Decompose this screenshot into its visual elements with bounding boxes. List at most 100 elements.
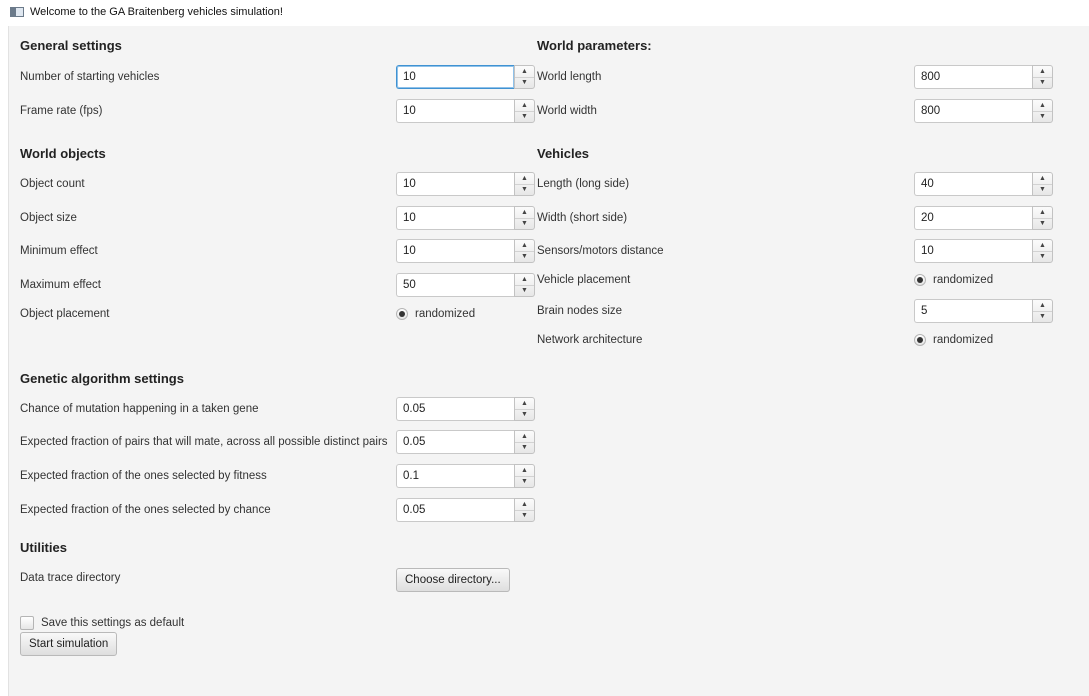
increment-icon[interactable]: ▲ (515, 66, 534, 78)
spinner-arrows: ▲ ▼ (514, 206, 535, 230)
vehicle-placement-radio[interactable]: randomized (914, 272, 993, 288)
frame-rate-label: Frame rate (fps) (20, 105, 103, 117)
object-count-spinner[interactable]: ▲ ▼ (396, 172, 535, 196)
decrement-icon[interactable]: ▼ (515, 410, 534, 421)
object-count-input[interactable] (396, 172, 514, 196)
vehicle-width-input[interactable] (914, 206, 1032, 230)
frame-rate-input[interactable] (396, 99, 514, 123)
maximum-effect-spinner[interactable]: ▲ ▼ (396, 273, 535, 297)
radio-selected-icon[interactable] (914, 334, 926, 346)
vehicle-length-label: Length (long side) (537, 178, 630, 190)
data-trace-label: Data trace directory (20, 572, 121, 584)
minimum-effect-input[interactable] (396, 239, 514, 263)
decrement-icon[interactable]: ▼ (1033, 78, 1052, 89)
decrement-icon[interactable]: ▼ (515, 511, 534, 522)
fitness-fraction-spinner[interactable]: ▲ ▼ (396, 464, 535, 488)
spinner-arrows: ▲ ▼ (514, 172, 535, 196)
title-bar: Welcome to the GA Braitenberg vehicles s… (0, 0, 1089, 24)
brain-nodes-input[interactable] (914, 299, 1032, 323)
spinner-arrows: ▲ ▼ (1032, 65, 1053, 89)
increment-icon[interactable]: ▲ (515, 398, 534, 410)
mate-fraction-spinner[interactable]: ▲ ▼ (396, 430, 535, 454)
increment-icon[interactable]: ▲ (515, 173, 534, 185)
decrement-icon[interactable]: ▼ (1033, 185, 1052, 196)
mutation-chance-spinner[interactable]: ▲ ▼ (396, 397, 535, 421)
frame-rate-spinner[interactable]: ▲ ▼ (396, 99, 535, 123)
decrement-icon[interactable]: ▼ (515, 112, 534, 123)
object-placement-radio[interactable]: randomized (396, 306, 475, 322)
object-placement-option: randomized (415, 308, 476, 320)
sensors-distance-spinner[interactable]: ▲ ▼ (914, 239, 1053, 263)
spinner-arrows: ▲ ▼ (514, 498, 535, 522)
network-architecture-label: Network architecture (537, 334, 643, 346)
starting-vehicles-spinner[interactable]: ▲ ▼ (396, 65, 535, 89)
fitness-fraction-input[interactable] (396, 464, 514, 488)
spinner-arrows: ▲ ▼ (514, 430, 535, 454)
decrement-icon[interactable]: ▼ (515, 219, 534, 230)
decrement-icon[interactable]: ▼ (515, 477, 534, 488)
genetic-settings-heading: Genetic algorithm settings (20, 371, 184, 386)
network-architecture-option: randomized (933, 334, 994, 346)
chance-fraction-spinner[interactable]: ▲ ▼ (396, 498, 535, 522)
vehicle-width-spinner[interactable]: ▲ ▼ (914, 206, 1053, 230)
increment-icon[interactable]: ▲ (515, 100, 534, 112)
decrement-icon[interactable]: ▼ (515, 252, 534, 263)
spinner-arrows: ▲ ▼ (1032, 99, 1053, 123)
vehicle-placement-label: Vehicle placement (537, 274, 631, 286)
spinner-arrows: ▲ ▼ (514, 239, 535, 263)
object-size-spinner[interactable]: ▲ ▼ (396, 206, 535, 230)
increment-icon[interactable]: ▲ (1033, 207, 1052, 219)
decrement-icon[interactable]: ▼ (515, 185, 534, 196)
decrement-icon[interactable]: ▼ (515, 286, 534, 297)
increment-icon[interactable]: ▲ (1033, 240, 1052, 252)
fitness-fraction-label: Expected fraction of the ones selected b… (20, 470, 267, 482)
decrement-icon[interactable]: ▼ (515, 78, 534, 89)
world-width-input[interactable] (914, 99, 1032, 123)
increment-icon[interactable]: ▲ (515, 274, 534, 286)
spinner-arrows: ▲ ▼ (514, 273, 535, 297)
mate-fraction-label: Expected fraction of pairs that will mat… (20, 436, 388, 448)
save-default-row[interactable]: Save this settings as default (20, 616, 184, 630)
increment-icon[interactable]: ▲ (515, 207, 534, 219)
minimum-effect-spinner[interactable]: ▲ ▼ (396, 239, 535, 263)
decrement-icon[interactable]: ▼ (1033, 312, 1052, 323)
network-architecture-radio[interactable]: randomized (914, 332, 993, 348)
mate-fraction-input[interactable] (396, 430, 514, 454)
save-default-checkbox[interactable] (20, 616, 34, 630)
vehicle-width-label: Width (short side) (537, 212, 628, 224)
increment-icon[interactable]: ▲ (515, 499, 534, 511)
spinner-arrows: ▲ ▼ (1032, 172, 1053, 196)
sensors-distance-input[interactable] (914, 239, 1032, 263)
choose-directory-button[interactable]: Choose directory... (396, 568, 510, 592)
decrement-icon[interactable]: ▼ (1033, 112, 1052, 123)
increment-icon[interactable]: ▲ (515, 431, 534, 443)
radio-selected-icon[interactable] (396, 308, 408, 320)
decrement-icon[interactable]: ▼ (515, 443, 534, 454)
increment-icon[interactable]: ▲ (1033, 66, 1052, 78)
increment-icon[interactable]: ▲ (515, 240, 534, 252)
increment-icon[interactable]: ▲ (1033, 300, 1052, 312)
brain-nodes-spinner[interactable]: ▲ ▼ (914, 299, 1053, 323)
spinner-arrows: ▲ ▼ (514, 65, 535, 89)
increment-icon[interactable]: ▲ (1033, 100, 1052, 112)
maximum-effect-input[interactable] (396, 273, 514, 297)
vehicle-length-spinner[interactable]: ▲ ▼ (914, 172, 1053, 196)
radio-selected-icon[interactable] (914, 274, 926, 286)
world-width-spinner[interactable]: ▲ ▼ (914, 99, 1053, 123)
decrement-icon[interactable]: ▼ (1033, 252, 1052, 263)
starting-vehicles-input[interactable] (396, 65, 514, 89)
brain-nodes-label: Brain nodes size (537, 305, 623, 317)
world-length-spinner[interactable]: ▲ ▼ (914, 65, 1053, 89)
start-simulation-button[interactable]: Start simulation (20, 632, 118, 656)
decrement-icon[interactable]: ▼ (1033, 219, 1052, 230)
world-length-input[interactable] (914, 65, 1032, 89)
vehicle-length-input[interactable] (914, 172, 1032, 196)
mutation-chance-input[interactable] (396, 397, 514, 421)
object-size-label: Object size (20, 212, 77, 224)
increment-icon[interactable]: ▲ (1033, 173, 1052, 185)
spinner-arrows: ▲ ▼ (514, 464, 535, 488)
general-settings-heading: General settings (20, 38, 122, 53)
increment-icon[interactable]: ▲ (515, 465, 534, 477)
object-size-input[interactable] (396, 206, 514, 230)
chance-fraction-input[interactable] (396, 498, 514, 522)
